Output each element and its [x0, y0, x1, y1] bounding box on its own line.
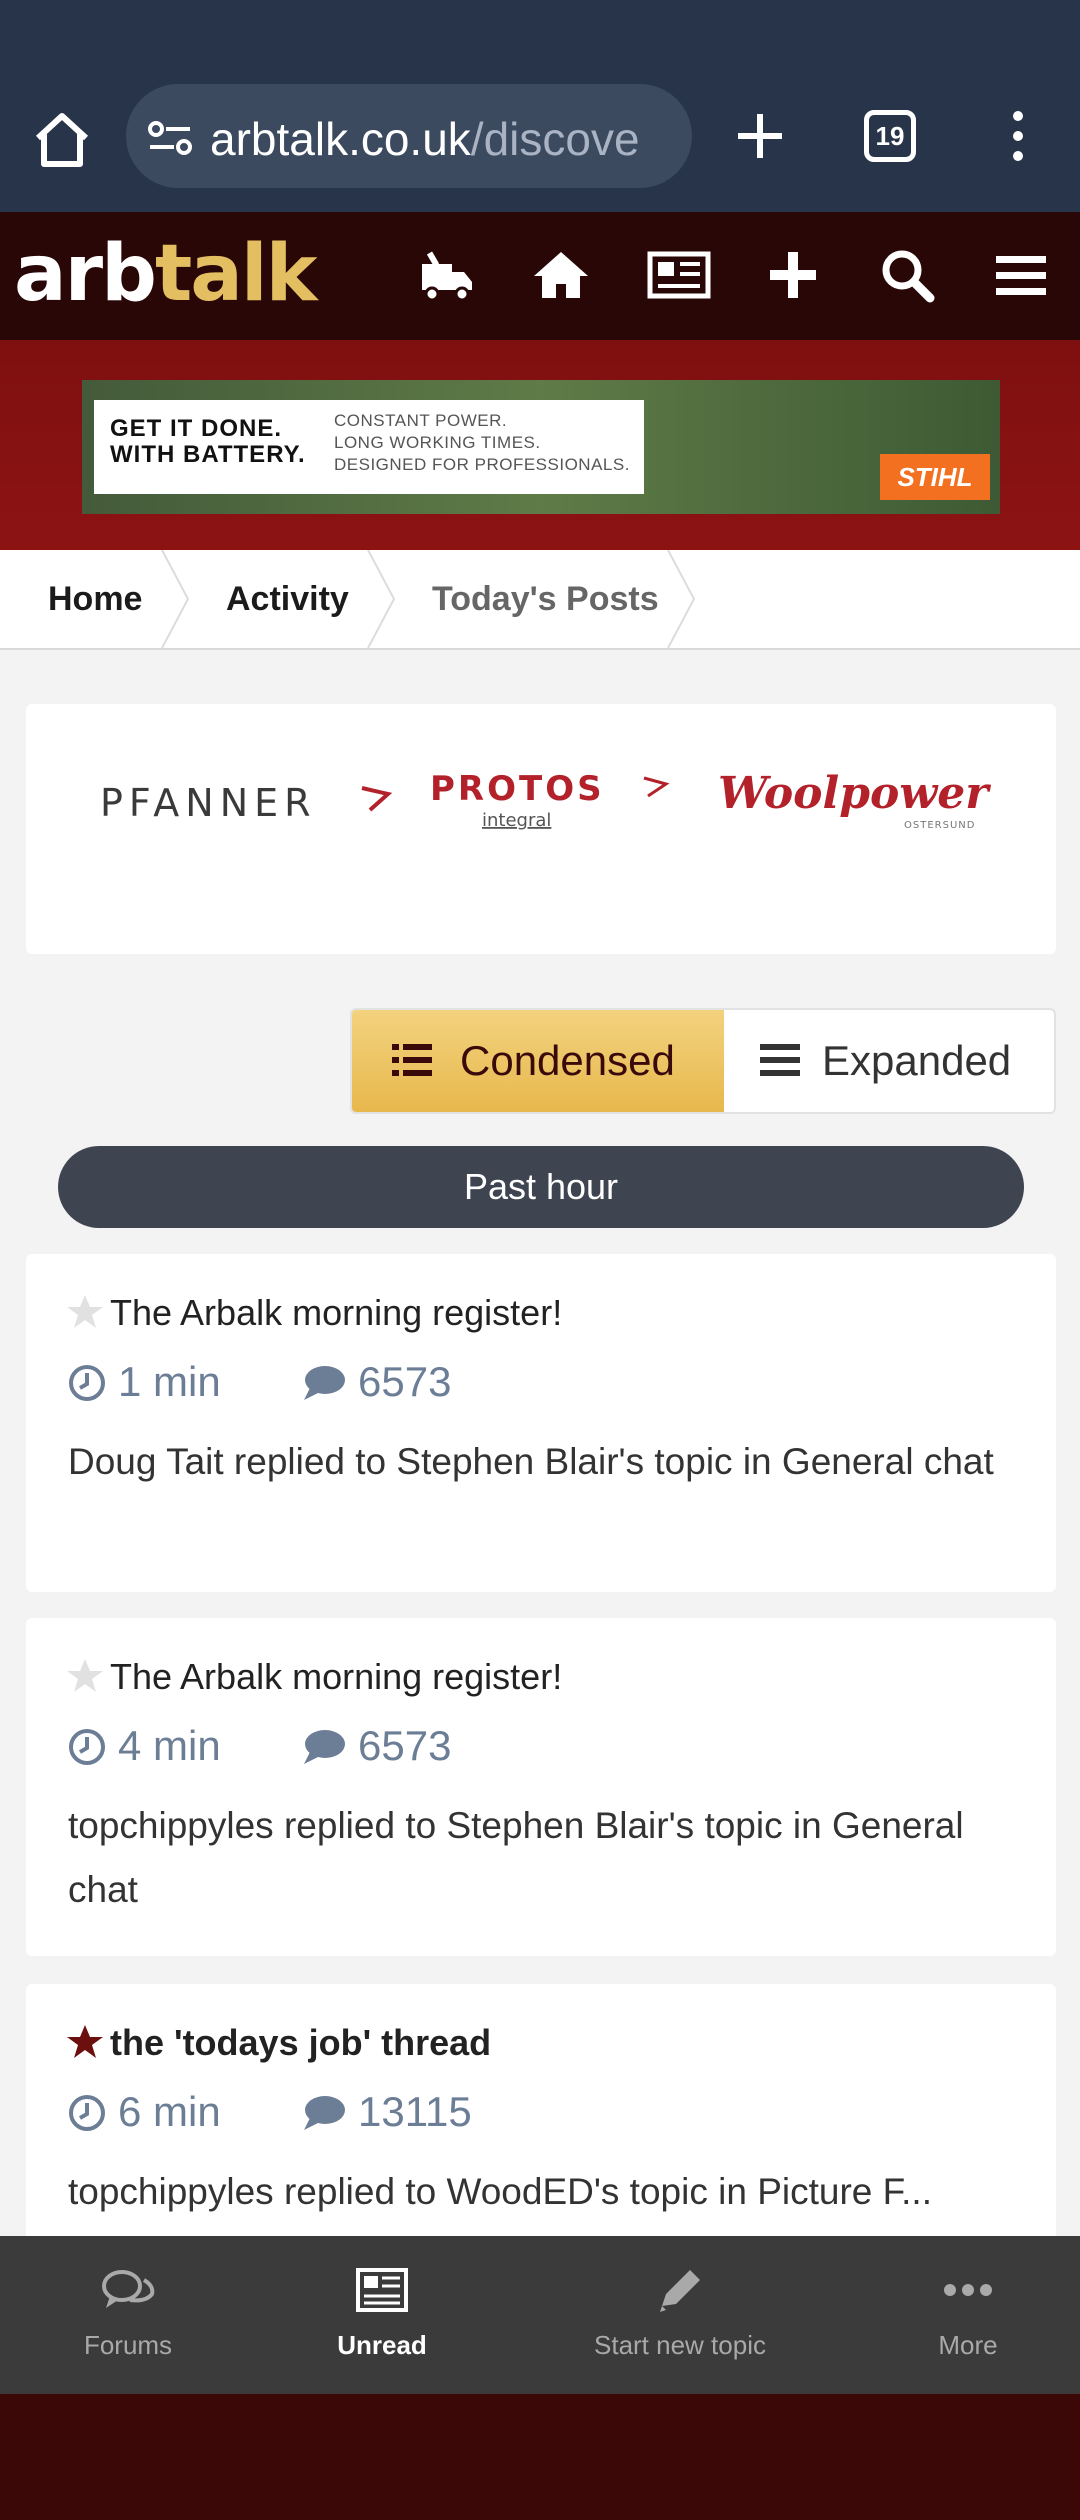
activity-time[interactable]: 4 min [118, 1722, 221, 1770]
site-logo[interactable]: arbtalk [14, 229, 318, 319]
condensed-label: Condensed [460, 1037, 675, 1084]
breadcrumb-separator-icon [367, 550, 396, 648]
topic-title[interactable]: the 'todays job' thread [110, 2022, 491, 2064]
star-icon[interactable] [66, 2024, 104, 2060]
more-vert-icon[interactable] [1000, 104, 1036, 168]
nav-unread[interactable]: Unread [282, 2236, 482, 2394]
nav-label: Forums [83, 2330, 173, 2360]
ad-banner-area: GET IT DONE. WITH BATTERY. CONSTANT POWE… [0, 340, 1080, 550]
partner-logo-pfanner[interactable]: PFANNER [100, 764, 400, 834]
newspaper-icon [356, 2268, 408, 2312]
url-text: arbtalk.co.uk/discove [210, 112, 680, 166]
partner-logos: PFANNER PROTOS integral Woolpower OSTERS… [26, 704, 1056, 954]
site-header: arbtalk [0, 212, 1080, 340]
partner-subname: OSTERSUND [904, 820, 975, 831]
comment-icon [304, 1366, 345, 1400]
address-bar[interactable]: arbtalk.co.uk/discove [126, 84, 692, 188]
expanded-label: Expanded [822, 1037, 1012, 1084]
breadcrumb-separator-icon [161, 550, 190, 648]
nav-start-new-topic[interactable]: Start new topic [560, 2236, 800, 2394]
view-toggle: Condensed Expanded [350, 1008, 1056, 1114]
nav-label: More [938, 2330, 998, 2360]
browser-toolbar: arbtalk.co.uk/discove 19 [0, 0, 1080, 212]
plus-icon[interactable] [762, 244, 824, 306]
nav-more[interactable]: More [868, 2236, 1068, 2394]
ad-sub-line1: CONSTANT POWER. [334, 411, 508, 430]
breadcrumb-activity[interactable]: Activity [226, 550, 349, 648]
partner-subname: integral [482, 810, 551, 831]
ad-brand-logo: STIHL [880, 454, 990, 500]
reply-count: 6573 [358, 1358, 452, 1405]
ad-sub-line3: DESIGNED FOR PROFESSIONALS. [334, 455, 630, 474]
reply-count: 13115 [358, 2088, 472, 2135]
breadcrumb-current: Today's Posts [432, 580, 659, 618]
logo-part1: arb [14, 229, 157, 319]
ad-headline-line2: WITH BATTERY. [110, 441, 306, 468]
list-icon [392, 1044, 432, 1076]
chat-bubbles-icon [102, 2270, 155, 2308]
nav-label: Start new topic [594, 2330, 766, 2360]
tab-switcher-button[interactable]: 19 [864, 110, 916, 162]
bars-icon [760, 1044, 800, 1076]
ad-subtext: CONSTANT POWER. LONG WORKING TIMES. DESI… [334, 410, 630, 476]
activity-item[interactable]: The Arbalk morning register! 1 min 6573 … [26, 1254, 1056, 1592]
activity-time[interactable]: 1 min [118, 1358, 221, 1406]
home-icon[interactable] [530, 244, 592, 306]
comment-icon [304, 2096, 345, 2130]
breadcrumb-separator-icon [667, 550, 696, 648]
advertisement[interactable]: GET IT DONE. WITH BATTERY. CONSTANT POWE… [82, 380, 1000, 514]
nav-forums[interactable]: Forums [28, 2236, 228, 2394]
partner-name: PROTOS [430, 769, 605, 809]
home-icon[interactable] [30, 108, 94, 172]
clock-icon [69, 1365, 105, 1401]
ad-headline: GET IT DONE. WITH BATTERY. [110, 416, 306, 468]
topic-title[interactable]: The Arbalk morning register! [110, 1656, 562, 1698]
newspaper-icon[interactable] [644, 244, 712, 306]
comment-icon [304, 1730, 345, 1764]
activity-item[interactable]: The Arbalk morning register! 4 min 6573 … [26, 1618, 1056, 1956]
url-path: /discove [470, 113, 640, 165]
breadcrumb: Home Activity Today's Posts [0, 550, 1080, 650]
partner-logo-protos[interactable]: PROTOS integral [430, 764, 690, 834]
url-host: arbtalk.co.uk [210, 113, 471, 165]
ad-text-panel: GET IT DONE. WITH BATTERY. CONSTANT POWE… [94, 400, 644, 494]
new-tab-icon[interactable] [728, 104, 792, 168]
breadcrumb-home[interactable]: Home [48, 550, 142, 648]
bottom-nav: Forums Unread Start new topic More [0, 2236, 1080, 2394]
reply-count: 6573 [358, 1722, 452, 1769]
star-icon[interactable] [66, 1658, 104, 1694]
nav-label: Unread [337, 2330, 427, 2360]
page-footer-area [0, 2394, 1080, 2520]
pencil-icon [660, 2270, 700, 2312]
activity-description: Doug Tait replied to Stephen Blair's top… [68, 1441, 994, 1482]
hamburger-menu-icon[interactable] [990, 244, 1052, 306]
ad-sub-line2: LONG WORKING TIMES. [334, 433, 541, 452]
partner-name: PFANNER [100, 781, 317, 825]
star-icon[interactable] [66, 1294, 104, 1330]
partner-logo-woolpower[interactable]: Woolpower OSTERSUND [718, 764, 1008, 834]
activity-description: topchippyles replied to WoodED's topic i… [68, 2171, 932, 2212]
ad-headline-line1: GET IT DONE. [110, 415, 283, 442]
search-icon[interactable] [876, 244, 938, 306]
time-filter-header[interactable]: Past hour [58, 1146, 1024, 1228]
activity-description: topchippyles replied to Stephen Blair's … [68, 1805, 964, 1910]
topic-title[interactable]: The Arbalk morning register! [110, 1292, 562, 1334]
truck-icon[interactable] [416, 244, 478, 306]
expanded-view-button[interactable]: Expanded [724, 1010, 1054, 1112]
activity-time[interactable]: 6 min [118, 2088, 221, 2136]
ellipsis-icon [944, 2284, 992, 2296]
logo-part2: talk [154, 229, 318, 319]
partner-name: Woolpower [718, 768, 991, 819]
condensed-view-button[interactable]: Condensed [352, 1010, 724, 1112]
site-settings-icon[interactable] [146, 120, 194, 156]
clock-icon [69, 1729, 105, 1765]
clock-icon [69, 2095, 105, 2131]
